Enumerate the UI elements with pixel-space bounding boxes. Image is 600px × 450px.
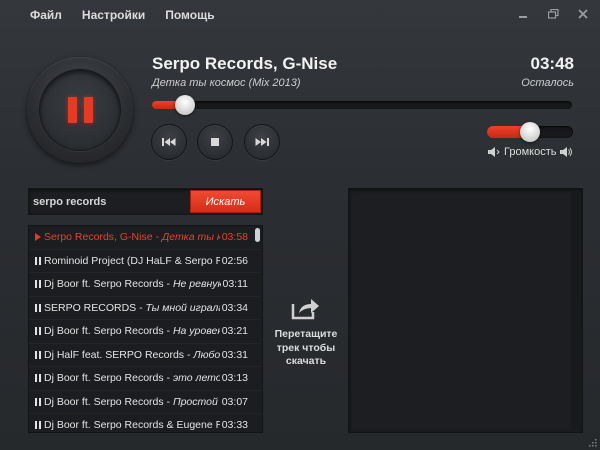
pause-icon: [32, 280, 44, 289]
playlist-item-artist: Dj HalF feat. SERPO Records -: [44, 348, 194, 361]
playlist-item-duration: 03:31: [221, 348, 248, 361]
playlist-item[interactable]: SERPO RECORDS - Ты мной играла, а...03:3…: [29, 297, 262, 320]
playlist-item-duration: 03:13: [221, 372, 248, 385]
download-panel-scrollbar[interactable]: [571, 191, 580, 430]
volume-slider-handle[interactable]: [520, 122, 540, 142]
playlist-item-text: Dj Boor ft. Serpo Records - На уровень..…: [44, 325, 220, 337]
playlist-item-artist: Dj Boor ft. Serpo Records & Eugene Ra...: [44, 419, 220, 432]
playlist-item-artist: Serpo Records, G-Nise -: [44, 231, 162, 244]
playlist-item-artist: Dj Boor ft. Serpo Records -: [44, 372, 173, 385]
playlist-item-title: Ты мной играла, а...: [145, 301, 220, 314]
pause-icon: [32, 397, 44, 406]
playlist-item-title: Детка ты кос...: [161, 231, 220, 244]
playlist-item-text: Dj Boor ft. Serpo Records & Eugene Ra...: [44, 419, 220, 431]
playlist-scrollbar-thumb[interactable]: [255, 228, 260, 242]
menu-file[interactable]: Файл: [30, 8, 62, 22]
play-pause-button-face[interactable]: [39, 69, 121, 151]
playlist-item[interactable]: Dj Boor ft. Serpo Records & Eugene Ra...…: [29, 414, 262, 432]
playlist-item-text: Dj HalF feat. SERPO Records - Любовь...: [44, 349, 220, 361]
playlist[interactable]: Serpo Records, G-Nise - Детка ты кос...0…: [28, 225, 263, 433]
playlist-item-duration: 02:56: [221, 254, 248, 267]
playing-icon: [32, 233, 44, 242]
playlist-item-title: На уровень...: [172, 325, 220, 338]
search-button[interactable]: Искать: [190, 190, 261, 213]
playlist-item-text: Dj Boor ft. Serpo Records - это лето те.…: [44, 372, 220, 384]
playlist-item-text: Dj Boor ft. Serpo Records - Не ревную...: [44, 278, 221, 290]
track-artist: Serpo Records, G-Nise: [152, 54, 338, 73]
menu-bar: Файл Настройки Помощь: [0, 0, 600, 30]
play-pause-button[interactable]: [27, 57, 133, 163]
playlist-item[interactable]: Dj HalF feat. SERPO Records - Любовь...0…: [29, 344, 262, 367]
playlist-item-text: SERPO RECORDS - Ты мной играла, а...: [44, 302, 220, 314]
next-button[interactable]: [244, 124, 280, 160]
playlist-item-artist: SERPO RECORDS -: [44, 301, 146, 314]
volume-up-icon[interactable]: [560, 147, 573, 157]
playlist-item-artist: Rominoid Project (DJ HaLF & Serpo Re...: [44, 254, 220, 267]
drop-zone-line2: трек чтобы: [276, 341, 336, 354]
playlist-item[interactable]: Serpo Records, G-Nise - Детка ты кос...0…: [29, 226, 262, 250]
previous-icon: [162, 138, 176, 146]
maximize-icon[interactable]: [546, 7, 560, 21]
playlist-item-duration: 03:07: [221, 395, 248, 408]
seek-bar-handle[interactable]: [175, 95, 196, 115]
volume-label-row: Громкость: [488, 146, 578, 158]
playlist-item[interactable]: Dj Boor ft. Serpo Records - это лето те.…: [29, 367, 262, 391]
playlist-item-title: это лето те...: [172, 372, 220, 385]
playlist-item[interactable]: Dj Boor ft. Serpo Records - На уровень..…: [29, 320, 262, 344]
playlist-item[interactable]: Dj Boor ft. Serpo Records - Не ревную...…: [29, 273, 262, 297]
volume-label: Громкость: [504, 146, 557, 158]
pause-icon: [32, 374, 44, 383]
playlist-item-title: Любовь...: [193, 348, 220, 361]
time-remaining: 03:48: [530, 54, 574, 73]
track-title: Детка ты космос (Mix 2013): [152, 77, 301, 89]
playlist-item-duration: 03:34: [221, 301, 248, 314]
playlist-item-title: Простой м...: [172, 395, 220, 408]
playlist-item-duration: 03:11: [222, 278, 249, 291]
playlist-item-text: Serpo Records, G-Nise - Детка ты кос...: [44, 231, 220, 243]
pause-icon: [67, 97, 93, 123]
volume-down-icon[interactable]: [488, 147, 500, 157]
playlist-item-artist: Dj Boor ft. Serpo Records -: [44, 325, 173, 338]
playlist-item-title: Не ревную...: [172, 278, 221, 291]
next-icon: [255, 138, 269, 146]
playlist-item-text: Rominoid Project (DJ HaLF & Serpo Re...: [44, 255, 220, 267]
drop-zone-line1: Перетащите: [274, 328, 338, 340]
search-input[interactable]: [29, 189, 189, 214]
playlist-item-artist: Dj Boor ft. Serpo Records -: [44, 278, 173, 291]
menu-help[interactable]: Помощь: [165, 8, 214, 22]
minimize-icon[interactable]: [516, 7, 530, 21]
download-drop-zone[interactable]: Перетащите трек чтобы скачать: [270, 296, 342, 369]
download-panel: [348, 188, 583, 433]
share-icon: [291, 299, 319, 320]
previous-button[interactable]: [151, 124, 187, 160]
pause-icon: [32, 350, 44, 359]
playlist-item-text: Dj Boor ft. Serpo Records - Простой м...: [44, 396, 220, 408]
stop-icon: [211, 138, 219, 146]
pause-icon: [32, 303, 44, 312]
pause-icon: [32, 327, 44, 336]
search-bar: Искать: [28, 188, 263, 215]
volume-slider[interactable]: [487, 122, 573, 142]
pause-icon: [32, 421, 44, 430]
close-icon[interactable]: [576, 7, 590, 21]
resize-grip-icon[interactable]: [587, 437, 597, 447]
playlist-item-artist: Dj Boor ft. Serpo Records -: [44, 395, 173, 408]
playlist-item[interactable]: Rominoid Project (DJ HaLF & Serpo Re... 0…: [29, 250, 262, 273]
pause-icon: [32, 256, 44, 265]
playlist-item[interactable]: Dj Boor ft. Serpo Records - Простой м...…: [29, 391, 262, 414]
seek-bar[interactable]: [152, 95, 572, 115]
playlist-item-duration: 03:33: [221, 419, 248, 432]
window-controls: [516, 7, 590, 21]
time-remaining-label: Осталось: [521, 77, 574, 89]
playlist-item-duration: 03:58: [221, 231, 248, 244]
drop-zone-line3: скачать: [285, 355, 327, 368]
stop-button[interactable]: [197, 124, 233, 160]
menu-settings[interactable]: Настройки: [82, 8, 145, 22]
playlist-item-duration: 03:21: [221, 325, 248, 338]
